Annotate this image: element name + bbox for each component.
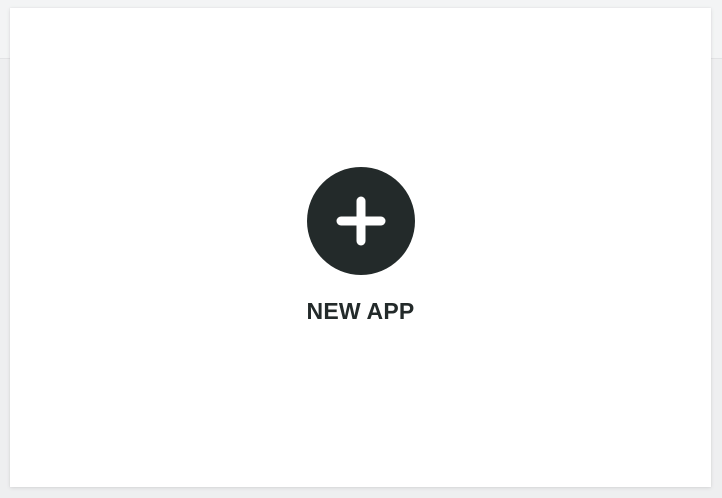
new-app-button[interactable]: NEW APP [10, 8, 711, 487]
plus-icon [336, 196, 385, 246]
plus-circle[interactable] [306, 167, 415, 275]
new-app-card: NEW APP [10, 8, 711, 487]
new-app-label: NEW APP [306, 298, 415, 324]
